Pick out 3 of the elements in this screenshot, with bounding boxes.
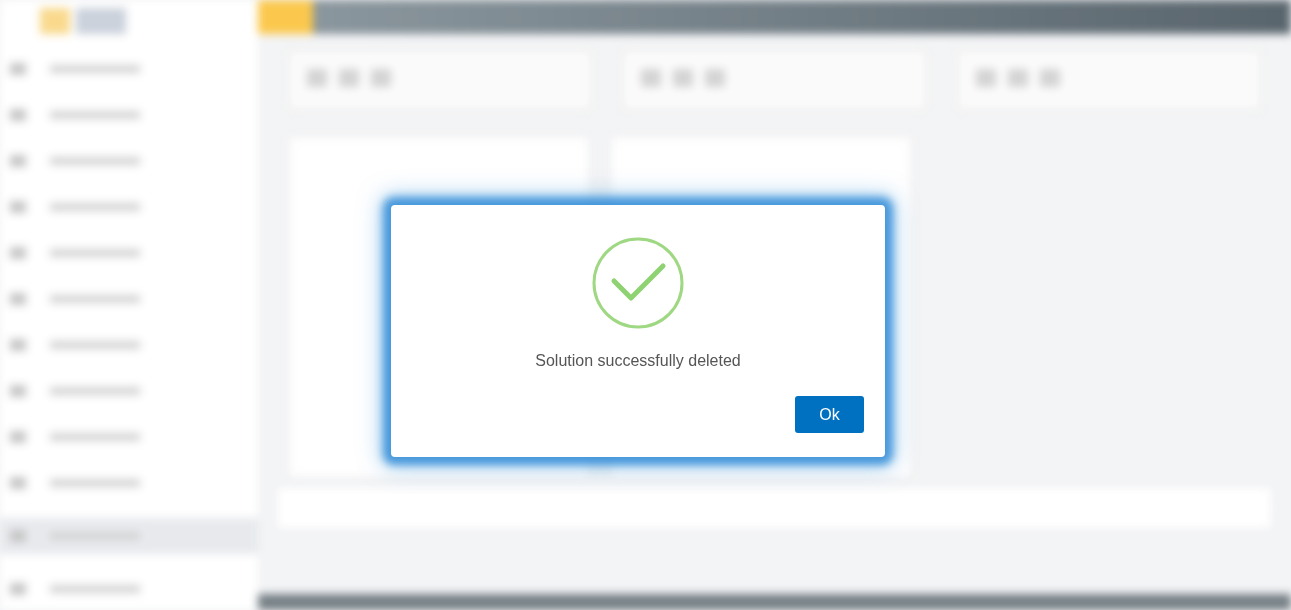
dialog-message: Solution successfully deleted bbox=[535, 352, 741, 370]
check-circle-icon bbox=[592, 237, 684, 329]
ok-button[interactable]: Ok bbox=[795, 396, 864, 433]
